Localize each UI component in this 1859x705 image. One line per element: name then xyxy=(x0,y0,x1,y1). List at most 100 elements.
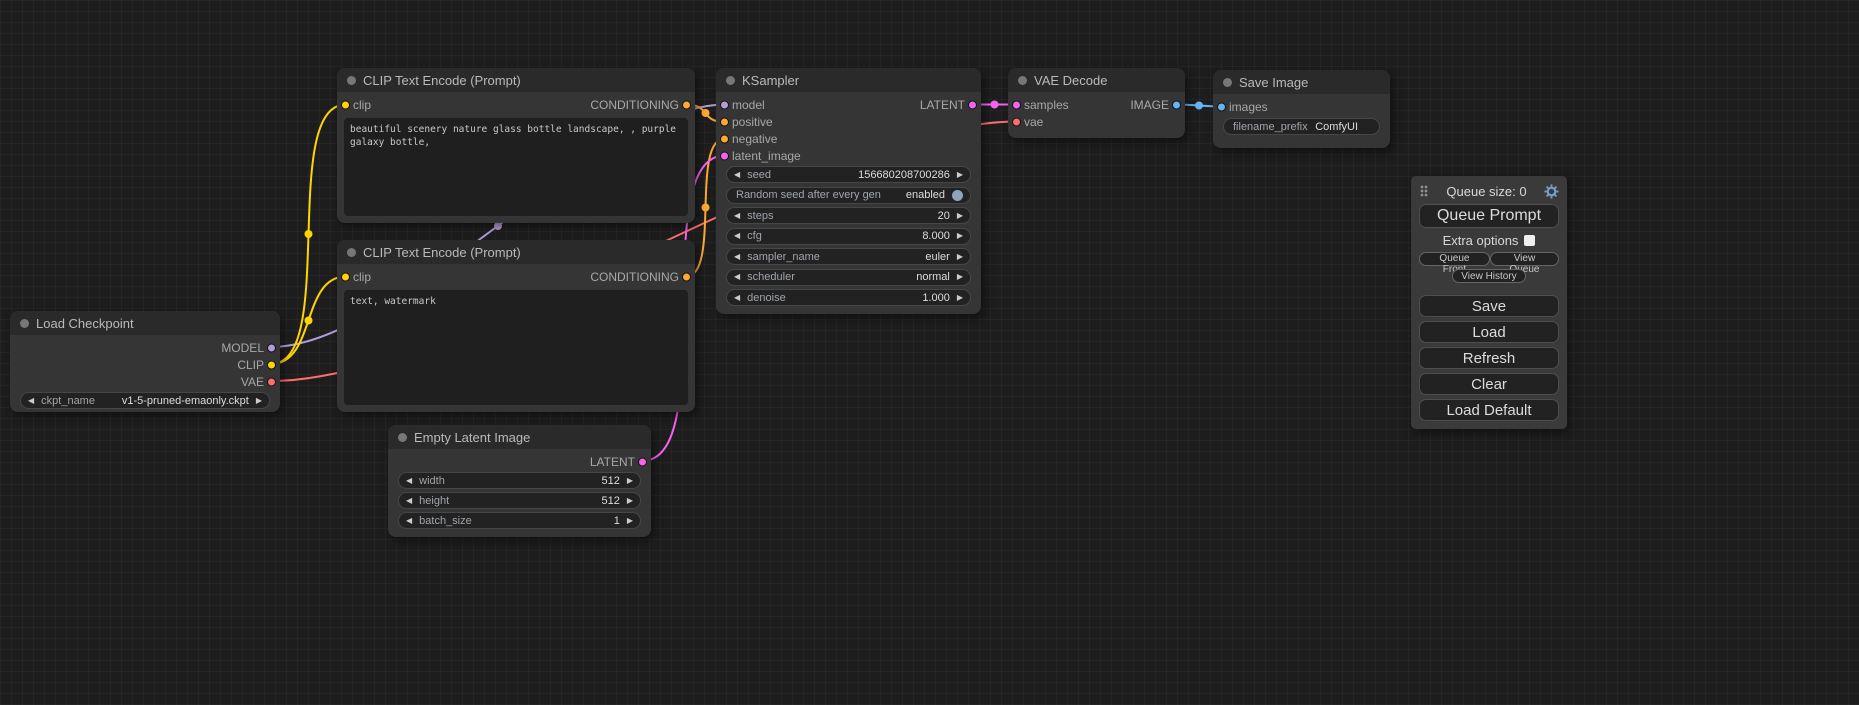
images-input-dot[interactable] xyxy=(1217,102,1226,111)
decrement-arrow-icon[interactable]: ◀ xyxy=(734,294,740,302)
node-titlebar[interactable]: Empty Latent Image xyxy=(388,425,651,449)
queue-front-button[interactable]: Queue Front xyxy=(1419,252,1490,266)
collapse-dot-icon[interactable] xyxy=(1018,76,1027,85)
decrement-arrow-icon[interactable]: ◀ xyxy=(406,497,412,505)
queue-size-label: Queue size: 0 xyxy=(1429,184,1544,199)
widget-denoise[interactable]: ◀ denoise 1.000 ▶ xyxy=(726,289,971,306)
slot-label: MODEL xyxy=(221,341,264,355)
collapse-dot-icon[interactable] xyxy=(726,76,735,85)
widget-seed[interactable]: ◀ seed 156680208700286 ▶ xyxy=(726,166,971,183)
link-clip-positive-midpoint-dot xyxy=(305,230,313,238)
node-clip-text-encode-positive[interactable]: CLIP Text Encode (Prompt) clip CONDITION… xyxy=(337,68,695,223)
increment-arrow-icon[interactable]: ▶ xyxy=(957,294,963,302)
model-output-dot[interactable] xyxy=(267,343,276,352)
clip-input-dot[interactable] xyxy=(341,272,350,281)
decrement-arrow-icon[interactable]: ◀ xyxy=(406,477,412,485)
widget-steps[interactable]: ◀ steps 20 ▶ xyxy=(726,207,971,224)
latent-output-dot[interactable] xyxy=(638,457,647,466)
node-titlebar[interactable]: Load Checkpoint xyxy=(10,311,280,335)
latent-image-input-dot[interactable] xyxy=(720,151,729,160)
widget-ckpt-name[interactable]: ◀ ckpt_name v1-5-pruned-emaonly.ckpt ▶ xyxy=(20,392,270,409)
widget-height[interactable]: ◀ height 512 ▶ xyxy=(398,492,641,509)
menu-header: Queue size: 0 xyxy=(1419,182,1559,200)
decrement-arrow-icon[interactable]: ◀ xyxy=(734,212,740,220)
increment-arrow-icon[interactable]: ▶ xyxy=(957,273,963,281)
image-output-dot[interactable] xyxy=(1172,100,1181,109)
conditioning-output-dot[interactable] xyxy=(682,100,691,109)
negative-prompt-textarea[interactable]: text, watermark xyxy=(344,290,688,405)
vae-input-dot[interactable] xyxy=(1012,117,1021,126)
load-button[interactable]: Load xyxy=(1419,321,1559,343)
clear-button[interactable]: Clear xyxy=(1419,373,1559,395)
slot-label: clip xyxy=(353,270,371,284)
clip-input-dot[interactable] xyxy=(341,100,350,109)
decrement-arrow-icon[interactable]: ◀ xyxy=(734,171,740,179)
slot-label: negative xyxy=(732,132,777,146)
view-history-button[interactable]: View History xyxy=(1452,269,1525,283)
negative-input-dot[interactable] xyxy=(720,134,729,143)
node-save-image[interactable]: Save Image images filename_prefix ComfyU… xyxy=(1213,70,1390,148)
prev-arrow-icon[interactable]: ◀ xyxy=(28,397,34,405)
increment-arrow-icon[interactable]: ▶ xyxy=(627,477,633,485)
node-titlebar[interactable]: VAE Decode xyxy=(1008,68,1185,92)
decrement-arrow-icon[interactable]: ◀ xyxy=(734,232,740,240)
widget-batch-size[interactable]: ◀ batch_size 1 ▶ xyxy=(398,512,641,529)
collapse-dot-icon[interactable] xyxy=(1223,78,1232,87)
widget-sampler-name[interactable]: ◀ sampler_name euler ▶ xyxy=(726,248,971,265)
increment-arrow-icon[interactable]: ▶ xyxy=(957,171,963,179)
increment-arrow-icon[interactable]: ▶ xyxy=(957,253,963,261)
samples-input-dot[interactable] xyxy=(1012,100,1021,109)
decrement-arrow-icon[interactable]: ◀ xyxy=(406,517,412,525)
refresh-button[interactable]: Refresh xyxy=(1419,347,1559,369)
slot-label: LATENT xyxy=(590,455,635,469)
node-titlebar[interactable]: CLIP Text Encode (Prompt) xyxy=(337,68,695,92)
collapse-dot-icon[interactable] xyxy=(20,319,29,328)
increment-arrow-icon[interactable]: ▶ xyxy=(627,497,633,505)
node-clip-text-encode-negative[interactable]: CLIP Text Encode (Prompt) clip CONDITION… xyxy=(337,240,695,412)
next-arrow-icon[interactable]: ▶ xyxy=(256,397,262,405)
node-titlebar[interactable]: CLIP Text Encode (Prompt) xyxy=(337,240,695,264)
latent-output-dot[interactable] xyxy=(968,100,977,109)
link-clip-negative-midpoint-dot xyxy=(305,317,313,325)
load-default-button[interactable]: Load Default xyxy=(1419,399,1559,421)
queue-prompt-button[interactable]: Queue Prompt xyxy=(1419,204,1559,228)
collapse-dot-icon[interactable] xyxy=(347,248,356,257)
widget-cfg[interactable]: ◀ cfg 8.000 ▶ xyxy=(726,228,971,245)
node-title: CLIP Text Encode (Prompt) xyxy=(363,73,521,88)
toggle-knob-icon[interactable] xyxy=(952,190,963,201)
clip-output-dot[interactable] xyxy=(267,360,276,369)
settings-gear-icon[interactable] xyxy=(1544,184,1559,199)
conditioning-output-dot[interactable] xyxy=(682,272,691,281)
node-titlebar[interactable]: Save Image xyxy=(1213,70,1390,94)
node-ksampler[interactable]: KSampler model LATENT positive negative … xyxy=(716,68,981,314)
widget-random-seed-toggle[interactable]: Random seed after every gen enabled xyxy=(726,187,971,204)
widget-width[interactable]: ◀ width 512 ▶ xyxy=(398,472,641,489)
increment-arrow-icon[interactable]: ▶ xyxy=(957,212,963,220)
view-queue-button[interactable]: View Queue xyxy=(1490,252,1559,266)
node-vae-decode[interactable]: VAE Decode samples IMAGE vae xyxy=(1008,68,1185,138)
save-button[interactable]: Save xyxy=(1419,295,1559,317)
model-input-dot[interactable] xyxy=(720,100,729,109)
widget-scheduler[interactable]: ◀ scheduler normal ▶ xyxy=(726,269,971,286)
increment-arrow-icon[interactable]: ▶ xyxy=(627,517,633,525)
vae-output-dot[interactable] xyxy=(267,377,276,386)
widget-filename-prefix[interactable]: filename_prefix ComfyUI xyxy=(1223,118,1380,135)
positive-input-dot[interactable] xyxy=(720,117,729,126)
slot-label: CONDITIONING xyxy=(590,270,679,284)
widget-label: ckpt_name xyxy=(41,395,95,407)
collapse-dot-icon[interactable] xyxy=(398,433,407,442)
increment-arrow-icon[interactable]: ▶ xyxy=(957,232,963,240)
node-empty-latent-image[interactable]: Empty Latent Image LATENT ◀ width 512 ▶ … xyxy=(388,425,651,537)
node-titlebar[interactable]: KSampler xyxy=(716,68,981,92)
drag-handle-icon[interactable] xyxy=(1419,184,1429,198)
node-load-checkpoint[interactable]: Load Checkpoint MODEL CLIP VAE ◀ ckpt_na… xyxy=(10,311,280,412)
graph-canvas[interactable]: { "icons": { "dec": "◀", "inc": "▶" }, "… xyxy=(0,0,1859,705)
decrement-arrow-icon[interactable]: ◀ xyxy=(734,253,740,261)
extra-options-checkbox[interactable] xyxy=(1524,235,1535,246)
positive-prompt-textarea[interactable]: beautiful scenery nature glass bottle la… xyxy=(344,118,688,216)
collapse-dot-icon[interactable] xyxy=(347,76,356,85)
history-row: View History xyxy=(1419,269,1559,283)
widget-value: 512 xyxy=(601,495,619,507)
decrement-arrow-icon[interactable]: ◀ xyxy=(734,273,740,281)
widget-label: denoise xyxy=(747,292,786,304)
